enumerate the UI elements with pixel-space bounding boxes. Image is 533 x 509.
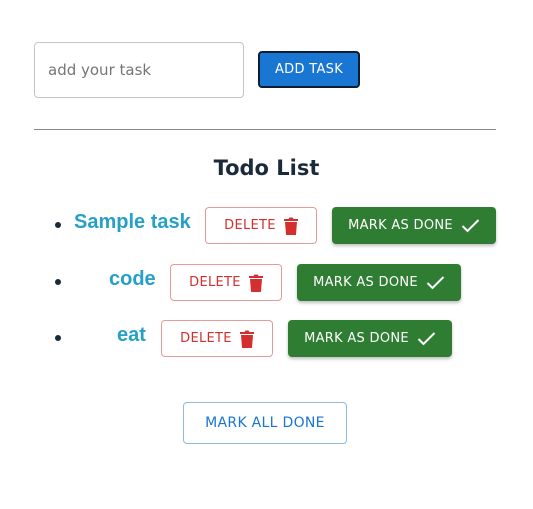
list-title: Todo List: [213, 156, 320, 180]
delete-label: DELETE: [224, 218, 276, 233]
delete-button[interactable]: DELETE: [205, 207, 317, 244]
task-label: Sample task: [74, 211, 191, 233]
delete-button[interactable]: DELETE: [161, 320, 273, 357]
checkmark-icon: [426, 275, 445, 290]
trash-icon: [239, 330, 254, 348]
add-task-button[interactable]: ADD TASK: [258, 51, 360, 88]
mark-all-done-button[interactable]: MARK ALL DONE: [183, 402, 347, 444]
todo-item: Sample task DELETE MARK AS DONE: [0, 207, 533, 244]
bullet: [55, 279, 61, 285]
trash-icon: [248, 274, 263, 292]
bullet: [55, 222, 61, 228]
mark-done-button[interactable]: MARK AS DONE: [297, 264, 461, 301]
todo-item: code DELETE MARK AS DONE: [0, 264, 533, 301]
task-input[interactable]: [34, 42, 244, 98]
done-label: MARK AS DONE: [304, 331, 409, 346]
checkmark-icon: [417, 331, 436, 346]
delete-button[interactable]: DELETE: [170, 264, 282, 301]
divider: [34, 129, 496, 130]
bullet: [55, 335, 61, 341]
checkmark-icon: [461, 218, 480, 233]
mark-done-button[interactable]: MARK AS DONE: [288, 320, 452, 357]
todo-app: ADD TASK Todo List Sample task DELETE MA…: [0, 0, 533, 509]
task-label: code: [109, 268, 156, 290]
trash-icon: [283, 217, 298, 235]
done-label: MARK AS DONE: [313, 275, 418, 290]
delete-label: DELETE: [180, 331, 232, 346]
mark-done-button[interactable]: MARK AS DONE: [332, 207, 496, 244]
todo-item: eat DELETE MARK AS DONE: [0, 320, 533, 357]
delete-label: DELETE: [189, 275, 241, 290]
task-label: eat: [117, 324, 146, 346]
done-label: MARK AS DONE: [348, 218, 453, 233]
